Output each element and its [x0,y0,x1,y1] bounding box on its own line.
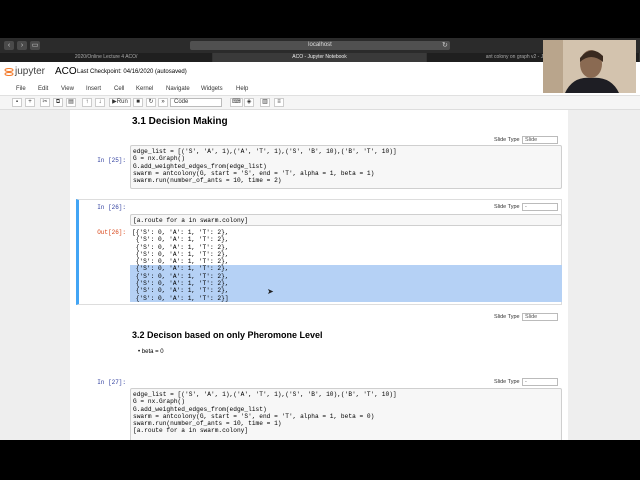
output-line-selected[interactable]: {'S': 0, 'A': 1, 'T': 2}, [130,287,562,295]
code-line: swarm.run(number_of_ants = 10, time = 2) [133,177,282,185]
slide-type-value: Slide [525,137,538,143]
code-cell-27[interactable]: Slide Type - In [27]: edge_list = [('S',… [70,374,568,440]
slide-type-label: Slide Type [494,137,520,143]
code-line: G = nx.Graph() [133,398,185,406]
menu-kernel[interactable]: Kernel [136,86,153,92]
checkpoint-status: Last Checkpoint: 04/16/2020 (autosaved) [77,69,187,75]
slide-type-select[interactable]: Slide [522,313,558,321]
slide-type-label: Slide Type [494,204,520,210]
code-line: G = nx.Graph() [133,155,185,163]
output-line: {'S': 0, 'A': 1, 'T': 2}, [132,243,229,251]
slide-type-label: Slide Type [494,379,520,385]
menu-file[interactable]: File [16,86,26,92]
output-area: [{'S': 0, 'A': 1, 'T': 2}, {'S': 0, 'A':… [130,229,562,302]
code-line: G.add_weighted_edges_from(edge_list) [133,405,267,413]
menu-cell[interactable]: Cell [114,86,124,92]
cut-icon[interactable]: ✂ [40,98,50,107]
bullet-item: • beta = 0 [138,349,164,355]
stop-icon[interactable]: ■ [133,98,143,107]
output-line-selected[interactable]: {'S': 0, 'A': 1, 'T': 2}, [130,272,562,281]
cell-type-select[interactable]: Code [170,98,222,107]
code-cell-25[interactable]: Slide Type Slide In [25]: edge_list = [(… [70,132,568,190]
forward-icon[interactable]: › [17,41,27,50]
output-line: {'S': 0, 'A': 1, 'T': 2}, [132,236,229,244]
menu-edit[interactable]: Edit [38,86,48,92]
screen: ‹ › ▭ localhost ↻ 2020/Online Lecture 4 … [0,38,640,440]
input-prompt: In [26]: [97,204,126,211]
output-line-selected[interactable]: {'S': 0, 'A': 1, 'T': 2}, [130,280,562,288]
heading-pheromone: 3.2 Decison based on only Pheromone Leve… [132,330,323,340]
menu-view[interactable]: View [61,86,74,92]
mouse-cursor-icon: ➤ [267,287,274,296]
code-editor[interactable]: [a.route for a in swarm.colony] [130,214,562,226]
input-prompt: In [25]: [97,157,126,164]
menu-help[interactable]: Help [236,86,248,92]
code-editor[interactable]: edge_list = [('S', 'A', 1),('A', 'T', 1)… [130,388,562,440]
slide-type-select[interactable]: Slide [522,136,558,144]
reload-icon[interactable]: ↻ [442,41,448,49]
slide-type-label: Slide Type [494,314,520,320]
code-editor[interactable]: edge_list = [('S', 'A', 1),('A', 'T', 1)… [130,145,562,189]
heading-decision-making: 3.1 Decision Making [132,116,228,127]
slide-type-select[interactable]: - [522,203,558,211]
back-icon[interactable]: ‹ [4,41,14,50]
output-prompt: Out[26]: [97,229,126,236]
slide-type-value: Slide [525,314,538,320]
jupyter-logo-text[interactable]: jupyter [15,66,45,77]
save-icon[interactable]: ▪ [12,98,22,107]
sidebar-icon[interactable]: ▭ [30,41,40,50]
presenter-webcam [543,40,636,93]
output-line-selected[interactable]: {'S': 0, 'A': 1, 'T': 2}, [130,265,562,273]
code-line: G.add_weighted_edges_from(edge_list) [133,162,267,170]
list-icon[interactable]: ≡ [274,98,284,107]
copy-icon[interactable]: ⧉ [53,98,63,107]
code-line: [a.route for a in swarm.colony] [133,217,249,224]
menu-insert[interactable]: Insert [86,86,101,92]
menu-navigate[interactable]: Navigate [166,86,190,92]
jupyter-logo-icon[interactable] [4,67,14,77]
add-cell-icon[interactable]: + [25,98,35,107]
address-bar[interactable]: localhost [190,41,450,50]
tab-aco[interactable]: ACO - Jupyter Notebook [213,53,427,62]
restart-icon[interactable]: ↻ [146,98,156,107]
restart-run-icon[interactable]: » [158,98,168,107]
move-down-icon[interactable]: ↓ [95,98,105,107]
code-line: swarm = antcolony(G, start = 'S', end = … [133,169,375,177]
code-line: swarm.run(number_of_ants = 10, time = 1) [133,420,282,428]
bullet-text: beta = 0 [141,349,164,355]
input-prompt: In [27]: [97,379,126,386]
tab-lecture[interactable]: 2020/Online Lecture 4 ACO/ [0,53,214,62]
slide-type-value: - [525,379,527,385]
code-line: edge_list = [('S', 'A', 1),('A', 'T', 1)… [133,391,397,398]
output-line: {'S': 0, 'A': 1, 'T': 2}, [132,258,229,266]
notebook-toolbar: ▪ + ✂ ⧉ ▤ ↑ ↓ ▶Run ■ ↻ » Code ⌨ ◈ ▥ ≡ [0,96,640,110]
notebook-page: 3.1 Decision Making Slide Type Slide In … [70,110,568,440]
code-line: [a.route for a in swarm.colony] [133,427,249,435]
output-line: [{'S': 0, 'A': 1, 'T': 2}, [132,229,229,236]
code-line: swarm = antcolony(G, start = 'S', end = … [133,412,375,420]
output-line-selected[interactable]: {'S': 0, 'A': 1, 'T': 2}] [130,294,562,302]
menu-widgets[interactable]: Widgets [201,86,223,92]
keyboard-icon[interactable]: ⌨ [230,98,243,107]
output-line: {'S': 0, 'A': 1, 'T': 2}, [132,250,229,258]
markdown-cell-32[interactable]: Slide Type Slide 3.2 Decison based on on… [70,310,568,360]
code-cell-26[interactable]: Slide Type - In [26]: [a.route for a in … [70,199,568,305]
notebook-title[interactable]: ACO [55,66,77,77]
run-label: Run [116,99,128,105]
slide-type-value: - [525,204,527,210]
run-button[interactable]: ▶Run [109,98,131,107]
code-line: edge_list = [('S', 'A', 1),('A', 'T', 1)… [133,148,397,155]
presenter-image [543,40,636,93]
cell-type-value: Code [174,99,189,105]
move-up-icon[interactable]: ↑ [82,98,92,107]
slide-type-select[interactable]: - [522,378,558,386]
celltoolbar-icon[interactable]: ◈ [244,98,254,107]
chart-icon[interactable]: ▥ [260,98,270,107]
paste-icon[interactable]: ▤ [66,98,76,107]
